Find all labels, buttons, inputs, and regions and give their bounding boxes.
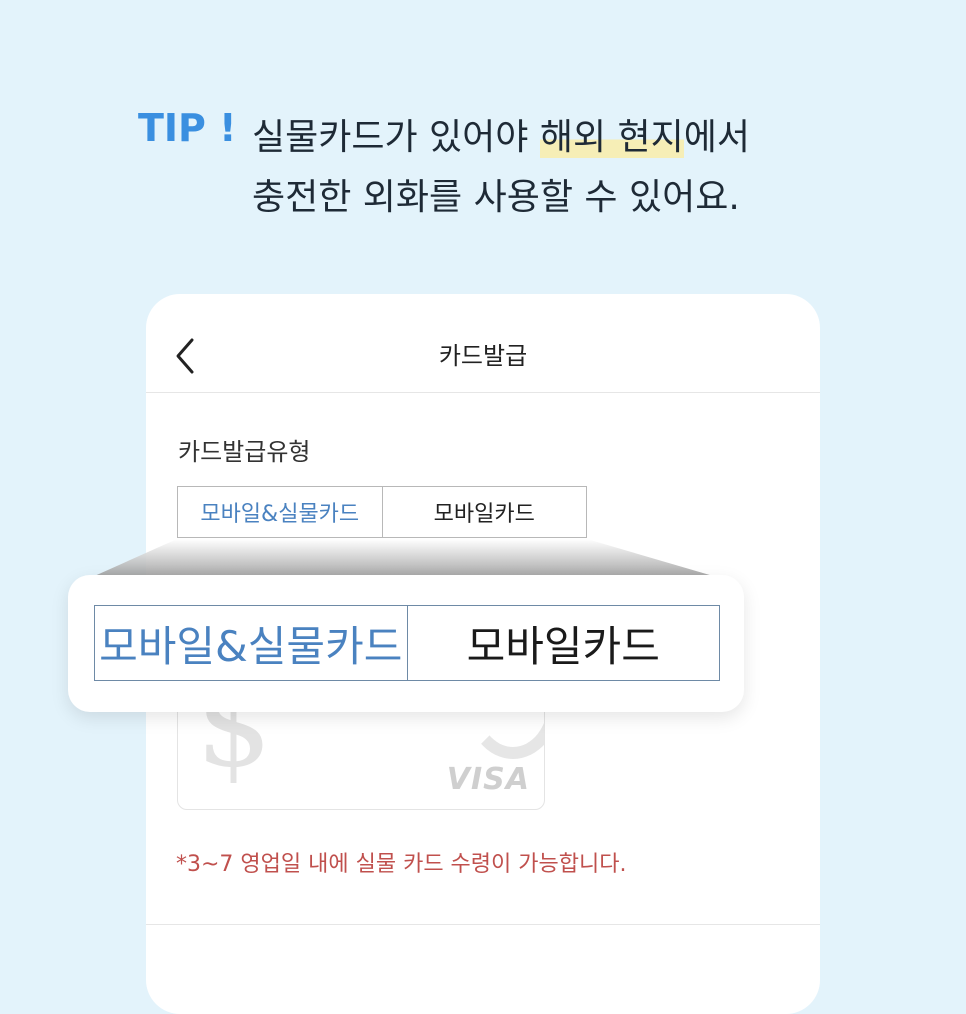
tip-line-1-start: 실물카드가 있어야 [252,117,540,158]
tip-highlight: 해외 현지 [539,117,684,158]
page-title: 카드발급 [438,342,528,370]
tip-line-1: 실물카드가 있어야 해외 현지에서 [252,108,750,168]
visa-logo: VISA [446,762,530,797]
zoom-panel: 모바일&실물카드 모바일카드 [68,575,744,712]
section-label: 카드발급유형 [178,438,311,466]
option-mobile-only[interactable]: 모바일카드 [382,486,587,538]
option-mobile-physical[interactable]: 모바일&실물카드 [177,486,383,538]
tip-line-2: 충전한 외화를 사용할 수 있어요. [252,177,740,218]
zoomed-card-type-selector: 모바일&실물카드 모바일카드 [94,605,720,681]
tip-message: 실물카드가 있어야 해외 현지에서 충전한 외화를 사용할 수 있어요. [252,108,750,228]
delivery-notice: *3~7 영업일 내에 실물 카드 수령이 가능합니다. [176,852,627,877]
tip-label: TIP ! [138,106,237,150]
zoomed-option-mobile-physical[interactable]: 모바일&실물카드 [94,605,408,681]
tip-line-1-end: 에서 [683,117,751,158]
header-divider [146,392,820,393]
card-type-selector: 모바일&실물카드 모바일카드 [177,486,587,538]
bottom-divider [146,924,820,925]
zoomed-option-mobile-only[interactable]: 모바일카드 [407,605,720,681]
